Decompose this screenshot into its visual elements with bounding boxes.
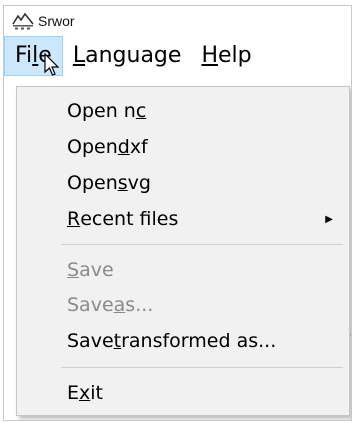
save-transformed-label-post: ransformed as... xyxy=(121,330,277,352)
menu-language-mnemonic: L xyxy=(72,43,86,68)
recent-files-mnemonic: R xyxy=(67,208,81,230)
save-as-mnemonic: a xyxy=(113,294,126,316)
menu-item-save: Save xyxy=(17,252,349,288)
menu-help[interactable]: Help xyxy=(191,36,261,76)
open-nc-mnemonic: c xyxy=(135,100,147,122)
title-bar: Srwor xyxy=(4,6,351,36)
file-menu-dropdown: Open nc Open d xf Open s vg Recent files ▶ … xyxy=(16,86,350,416)
menu-item-open-dxf[interactable]: Open d xf xyxy=(17,129,349,165)
menu-separator xyxy=(61,367,343,368)
save-transformed-mnemonic: t xyxy=(113,330,122,352)
menu-file-label-pre: Fi xyxy=(15,43,33,68)
app-window: Srwor File Language Help Open nc Open dx… xyxy=(3,5,352,421)
open-svg-mnemonic: s xyxy=(117,172,128,194)
open-svg-label-pre: Open xyxy=(67,172,118,194)
menu-item-recent-files[interactable]: Recent files ▶ xyxy=(17,201,349,237)
menu-help-mnemonic: H xyxy=(201,43,218,68)
save-label-post: ave xyxy=(79,259,114,281)
menu-language-label-post: anguage xyxy=(85,43,182,68)
save-as-label-post: s... xyxy=(125,294,154,316)
open-svg-label-post: vg xyxy=(127,172,151,194)
open-dxf-label-pre: Open xyxy=(67,136,118,158)
exit-label-post: it xyxy=(90,382,103,404)
menu-item-exit[interactable]: Ex it xyxy=(17,375,349,411)
recent-files-label-post: ecent files xyxy=(80,208,179,230)
menu-item-save-as: Save a s... xyxy=(17,287,349,323)
menu-help-label-post: elp xyxy=(217,43,252,68)
menu-item-open-nc[interactable]: Open nc xyxy=(17,93,349,129)
mouse-cursor-icon xyxy=(44,53,60,76)
menu-language[interactable]: Language xyxy=(63,36,192,76)
save-transformed-label-pre: Save xyxy=(67,330,114,352)
window-title: Srwor xyxy=(38,13,75,29)
open-nc-label-pre: Open n xyxy=(67,100,136,122)
menu-item-save-transformed-as[interactable]: Save t ransformed as... xyxy=(17,323,349,359)
open-dxf-mnemonic: d xyxy=(117,136,130,158)
menu-item-open-svg[interactable]: Open s vg xyxy=(17,165,349,201)
submenu-arrow-icon: ▶ xyxy=(325,213,333,225)
app-logo-icon xyxy=(12,12,34,30)
menu-separator xyxy=(61,244,343,245)
open-dxf-label-post: xf xyxy=(129,136,148,158)
save-as-label-pre: Save xyxy=(67,294,114,316)
exit-mnemonic: x xyxy=(79,382,91,404)
exit-label-pre: E xyxy=(67,382,80,404)
save-mnemonic: S xyxy=(67,259,80,281)
